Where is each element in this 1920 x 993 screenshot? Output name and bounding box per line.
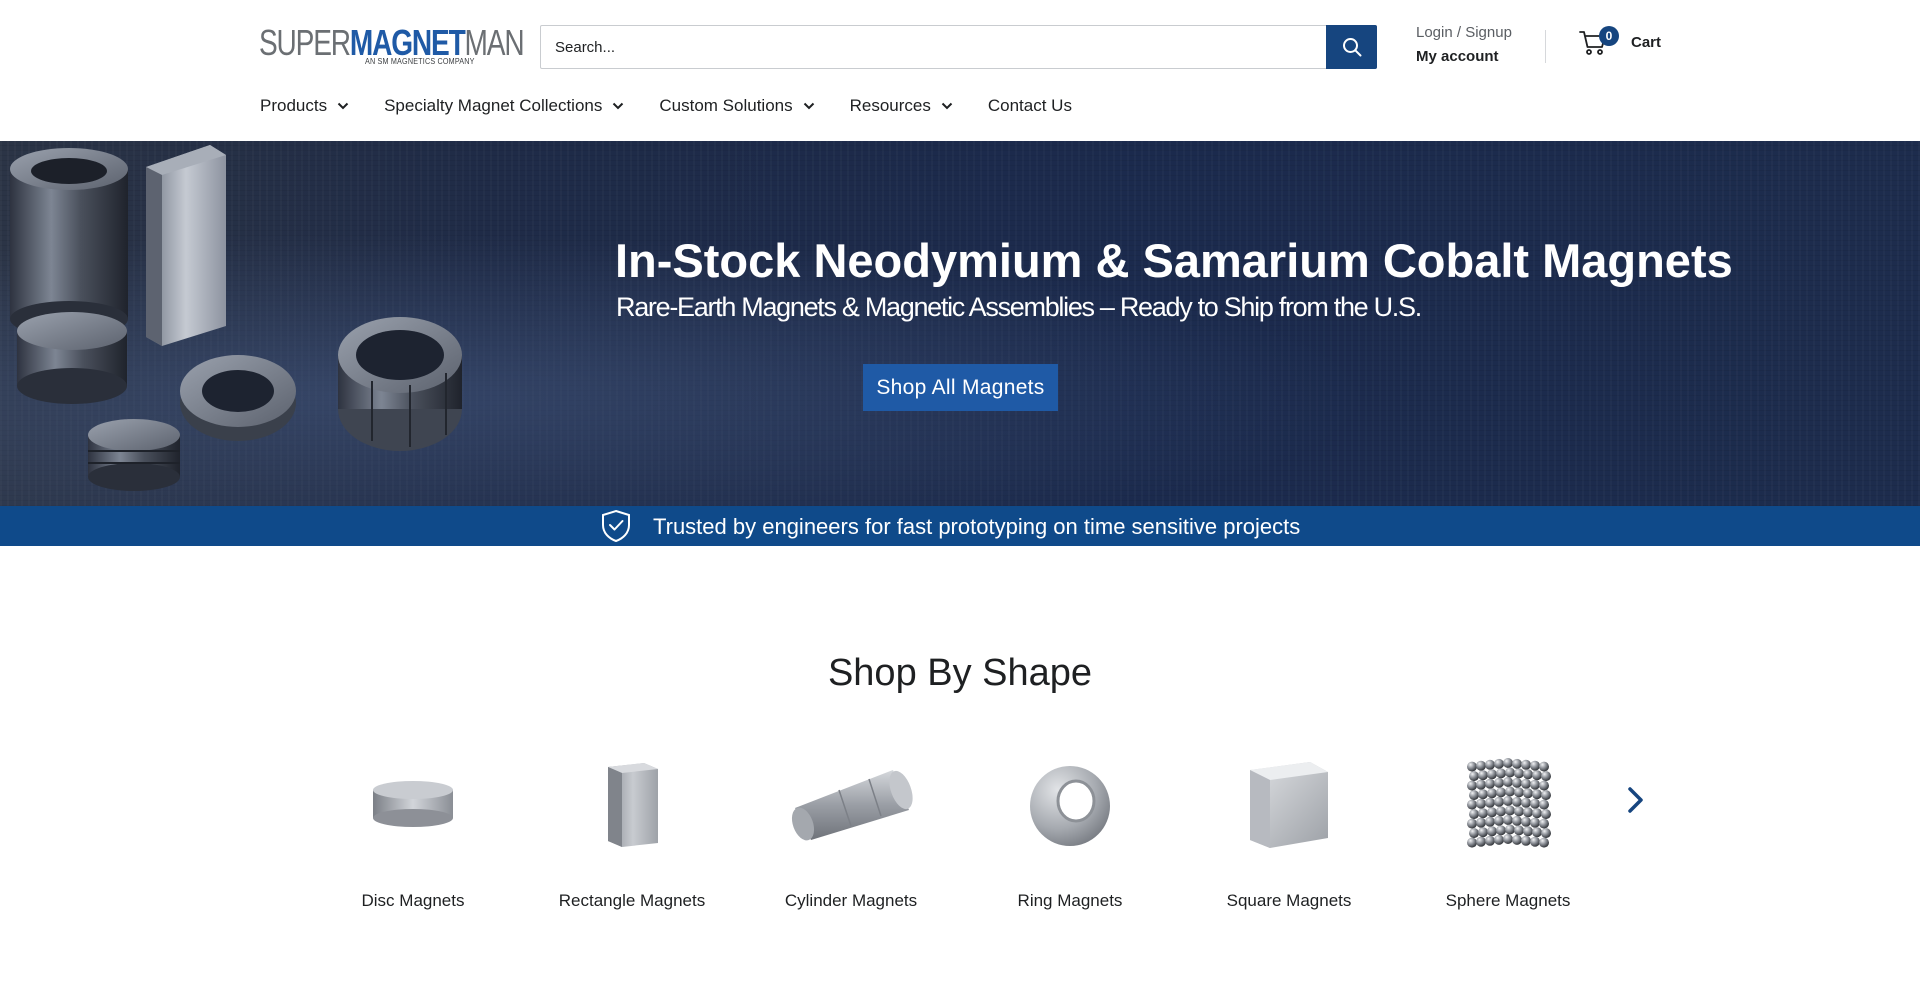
nav-item-label: Products [260, 96, 328, 115]
nav-item-contact-us[interactable]: Contact Us [988, 96, 1072, 116]
trust-bar: Trusted by engineers for fast prototypin… [0, 506, 1920, 546]
nav-item-label: Custom Solutions [659, 96, 793, 115]
sphere-magnet-image [1408, 740, 1608, 868]
shop-by-shape-title: Shop By Shape [827, 652, 1093, 694]
hero-magnets-image [10, 145, 462, 491]
shape-card-cylinder[interactable]: Cylinder Magnets [751, 740, 951, 920]
cart-icon: 0 [1579, 26, 1619, 56]
chevron-down-icon [803, 102, 815, 110]
nav-item-label: Contact Us [987, 96, 1072, 115]
shape-label: Square Magnets [1226, 891, 1352, 910]
shape-label: Ring Magnets [1017, 891, 1123, 910]
chevron-down-icon [337, 102, 349, 110]
square-magnet-image [1189, 740, 1389, 868]
shape-card-rectangle[interactable]: Rectangle Magnets [532, 740, 732, 920]
trust-bar-text: Trusted by engineers for fast prototypin… [653, 514, 1301, 539]
shape-label: Sphere Magnets [1445, 891, 1571, 910]
logo-tagline: AN SM MAGNETICS COMPANY [365, 57, 475, 66]
header-divider [1545, 30, 1546, 63]
nav-item-label: Specialty Magnet Collections [384, 96, 603, 115]
nav-item-specialty-collections[interactable]: Specialty Magnet Collections [384, 96, 624, 116]
site-logo[interactable]: SUPERMAGNETMAN AN SM MAGNETICS COMPANY [259, 22, 525, 68]
search-bar [540, 25, 1377, 69]
my-account-link[interactable]: My account [1416, 47, 1512, 67]
carousel-next-button[interactable] [1620, 780, 1652, 820]
site-header: SUPERMAGNETMAN AN SM MAGNETICS COMPANY L… [0, 0, 1920, 141]
shape-label: Cylinder Magnets [784, 891, 918, 910]
nav-item-custom-solutions[interactable]: Custom Solutions [659, 96, 814, 116]
search-icon [1342, 38, 1361, 57]
hero-title: In-Stock Neodymium & Samarium Cobalt Mag… [615, 234, 1733, 287]
login-signup-link[interactable]: Login / Signup [1416, 23, 1512, 43]
search-input[interactable] [541, 26, 1326, 68]
nav-item-products[interactable]: Products [260, 96, 349, 116]
chevron-right-icon [1628, 787, 1643, 813]
account-links: Login / Signup My account [1416, 23, 1512, 67]
hero-banner: In-Stock Neodymium & Samarium Cobalt Mag… [0, 141, 1920, 506]
shield-check-icon [602, 509, 630, 543]
nav-item-label: Resources [849, 96, 931, 115]
search-button[interactable] [1326, 25, 1377, 69]
shape-card-disc[interactable]: Disc Magnets [313, 740, 513, 920]
cart-label: Cart [1631, 33, 1662, 51]
cart-count-badge: 0 [1599, 26, 1619, 46]
main-nav: Products Specialty Magnet Collections Cu… [260, 96, 1107, 116]
shape-label: Disc Magnets [361, 891, 465, 910]
nav-item-resources[interactable]: Resources [850, 96, 953, 116]
disc-magnet-image [313, 740, 513, 868]
shape-card-square[interactable]: Square Magnets [1189, 740, 1389, 920]
shape-card-sphere[interactable]: Sphere Magnets [1408, 740, 1608, 920]
chevron-down-icon [941, 102, 953, 110]
hero-subtitle: Rare-Earth Magnets & Magnetic Assemblies… [616, 292, 1422, 322]
chevron-down-icon [612, 102, 624, 110]
logo-part-super: SUPER [259, 22, 351, 63]
cart-button[interactable]: 0 Cart [1579, 26, 1662, 56]
cylinder-magnet-image [751, 740, 951, 868]
shape-card-ring[interactable]: Ring Magnets [970, 740, 1170, 920]
rectangle-magnet-image [532, 740, 732, 868]
shape-carousel: Disc Magnets Rectangle Magnets Cylinder … [0, 740, 1920, 940]
shop-all-magnets-button[interactable]: Shop All Magnets [863, 364, 1058, 411]
shape-label: Rectangle Magnets [558, 891, 706, 910]
ring-magnet-image [970, 740, 1170, 868]
